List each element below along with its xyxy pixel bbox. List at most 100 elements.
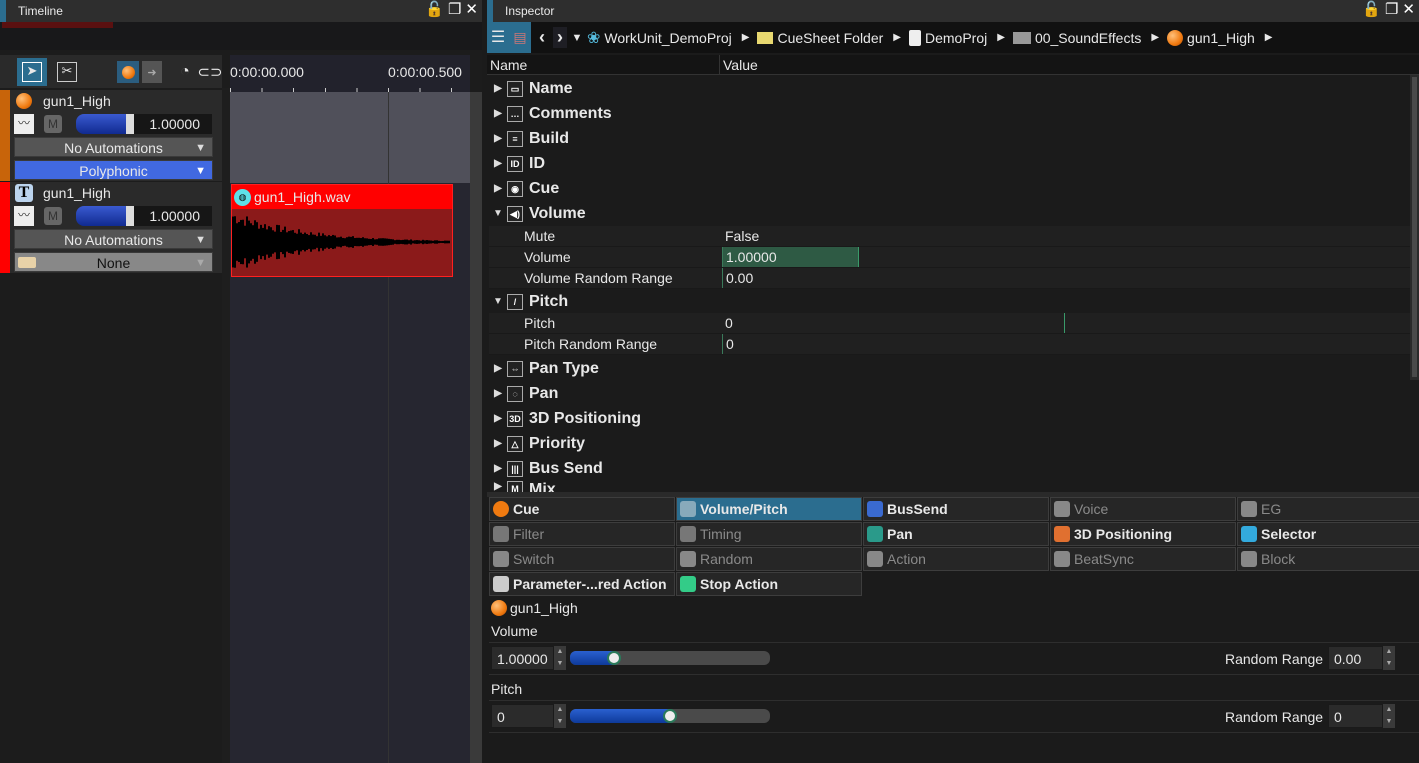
forward-icon[interactable]: › [553, 27, 567, 48]
property-value[interactable]: 1.00000 [722, 247, 859, 267]
lock-icon[interactable]: 🔓 [1362, 2, 1381, 18]
category-comments[interactable]: ▶ … Comments [489, 101, 1410, 126]
timeline-panel: Timeline 🔓 ❐ ✕ ➤ ✂ ➜ ◔ ⊂⊃ 0:00:00.000 0:00… [0, 0, 482, 763]
tab-block[interactable]: Block [1237, 547, 1419, 571]
volume-input[interactable]: 1.00000 [491, 646, 554, 670]
tab-switch[interactable]: Switch [489, 547, 675, 571]
category-priority[interactable]: ▶ △ Priority [489, 431, 1410, 456]
category-pan[interactable]: ▶ ◌ Pan [489, 381, 1410, 406]
pitch-input[interactable]: 0 [491, 704, 554, 728]
track-row[interactable]: T gun1_High 〰 M 1.00000 No Automations ▼ … [0, 182, 222, 273]
breadcrumb-item[interactable]: DemoProj [909, 29, 987, 46]
tab-bussend[interactable]: BusSend [863, 497, 1049, 521]
volume-value[interactable]: 1.00000 [134, 114, 212, 134]
property-row[interactable]: Pitch 0 [489, 313, 1410, 334]
lock-icon[interactable]: 🔓 [425, 2, 444, 18]
category-mix[interactable]: ▶ M Mix [489, 481, 1410, 492]
track-row[interactable]: gun1_High 〰 M 1.00000 No Automations ▼ Po… [0, 90, 222, 181]
property-row[interactable]: Volume 1.00000 [489, 247, 1410, 268]
timeline-scrollbar[interactable] [470, 92, 482, 763]
column-value[interactable]: Value [719, 55, 761, 75]
envelope-icon[interactable]: 〰 [14, 206, 34, 226]
waveform-clip[interactable]: ◍ gun1_High.wav [231, 184, 453, 277]
property-value[interactable]: 0 [722, 313, 1065, 333]
history-icon[interactable]: ▤ [509, 22, 531, 53]
tab-volume-pitch[interactable]: Volume/Pitch [676, 497, 862, 521]
property-scrollbar[interactable] [1410, 75, 1419, 380]
pitch-random-input[interactable]: 0 [1328, 704, 1383, 728]
column-name[interactable]: Name [490, 57, 527, 73]
tab-cue[interactable]: Cue [489, 497, 675, 521]
breadcrumb-item[interactable]: gun1_High [1167, 29, 1255, 46]
property-value[interactable]: False [722, 226, 759, 246]
tab-pan[interactable]: Pan [863, 522, 1049, 546]
automation-dropdown[interactable]: No Automations ▼ [14, 137, 213, 157]
tab-filter[interactable]: Filter [489, 522, 675, 546]
category-name[interactable]: ▶ ▭ Name [489, 76, 1410, 101]
pitch-spinner[interactable]: ▲ ▼ [554, 704, 566, 728]
slider-knob[interactable] [663, 709, 677, 723]
track-lane[interactable] [230, 92, 470, 183]
mode-dropdown[interactable]: Polyphonic ▼ [14, 160, 213, 180]
slider-knob[interactable] [607, 651, 621, 665]
volume-value[interactable]: 1.00000 [134, 206, 212, 226]
volume-random-spinner[interactable]: ▲ ▼ [1383, 646, 1395, 670]
time-ruler[interactable]: 0:00:00.000 0:00:00.500 [230, 55, 470, 92]
goto-button[interactable]: ➜ [142, 61, 162, 83]
crumb-label: 00_SoundEffects [1034, 29, 1142, 46]
select-tool-button[interactable]: ➤ [17, 58, 47, 86]
category-pan-type[interactable]: ▶ ⇔ Pan Type [489, 356, 1410, 381]
category-volume[interactable]: ▼ ◀) Volume [489, 201, 1410, 226]
volume-slider[interactable] [570, 651, 770, 665]
category-bus-send[interactable]: ▶ ||| Bus Send [489, 456, 1410, 481]
tab-parameter-red-action[interactable]: Parameter-...red Action [489, 572, 675, 596]
category-3d-positioning[interactable]: ▶ 3D 3D Positioning [489, 406, 1410, 431]
envelope-icon[interactable]: 〰 [14, 114, 34, 134]
breadcrumb-item[interactable]: ❀ WorkUnit_DemoProj [587, 28, 732, 48]
property-row[interactable]: Mute False [489, 226, 1410, 247]
close-icon[interactable]: ✕ [465, 2, 478, 18]
automation-dropdown[interactable]: No Automations ▼ [14, 229, 213, 249]
link-button[interactable]: ⊂⊃ [195, 58, 225, 86]
folder-icon [757, 31, 774, 44]
tab-eg[interactable]: EG [1237, 497, 1419, 521]
mode-dropdown[interactable]: None ▼ [14, 252, 213, 272]
tab-voice[interactable]: Voice [1050, 497, 1236, 521]
cut-tool-button[interactable]: ✂ [52, 58, 82, 86]
mute-button[interactable]: M [44, 207, 62, 225]
volume-spinner[interactable]: ▲ ▼ [554, 646, 566, 670]
close-icon[interactable]: ✕ [1402, 2, 1415, 18]
tab-beatsync[interactable]: BeatSync [1050, 547, 1236, 571]
maximize-icon[interactable]: ❐ [1385, 2, 1398, 18]
dropdown-icon[interactable]: ▼ [567, 32, 587, 44]
back-icon[interactable]: ‹ [531, 27, 553, 48]
tab-timing[interactable]: Timing [676, 522, 862, 546]
property-value[interactable]: 0.00 [722, 268, 753, 288]
clip-header: ◍ gun1_High.wav [232, 185, 452, 209]
property-name: Pitch Random Range [524, 336, 658, 352]
category-id[interactable]: ▶ ID ID [489, 151, 1410, 176]
category-build[interactable]: ▶ ≡ Build [489, 126, 1410, 151]
breadcrumb-item[interactable]: CueSheet Folder [757, 30, 883, 46]
tab-3d-positioning[interactable]: 3D Positioning [1050, 522, 1236, 546]
splitter[interactable] [222, 88, 230, 763]
tab-selector[interactable]: Selector [1237, 522, 1419, 546]
tab-action[interactable]: Action [863, 547, 1049, 571]
property-row[interactable]: Pitch Random Range 0 [489, 334, 1410, 355]
volume-slider[interactable] [76, 114, 134, 134]
scroll-thumb[interactable] [1412, 77, 1417, 377]
breadcrumb-item[interactable]: 00_SoundEffects [1012, 29, 1142, 46]
property-row[interactable]: Volume Random Range 0.00 [489, 268, 1410, 289]
category-cue[interactable]: ▶ ◉ Cue [489, 176, 1410, 201]
tab-stop-action[interactable]: Stop Action [676, 572, 862, 596]
property-value[interactable]: 0 [722, 334, 734, 354]
tab-random[interactable]: Random [676, 547, 862, 571]
volume-slider[interactable] [76, 206, 134, 226]
maximize-icon[interactable]: ❐ [448, 2, 461, 18]
category-pitch[interactable]: ▼ / Pitch [489, 289, 1410, 314]
pitch-random-spinner[interactable]: ▲ ▼ [1383, 704, 1395, 728]
menu-icon[interactable]: ☰ [487, 22, 509, 53]
volume-random-input[interactable]: 0.00 [1328, 646, 1383, 670]
mute-button[interactable]: M [44, 115, 62, 133]
record-button[interactable] [117, 61, 139, 83]
